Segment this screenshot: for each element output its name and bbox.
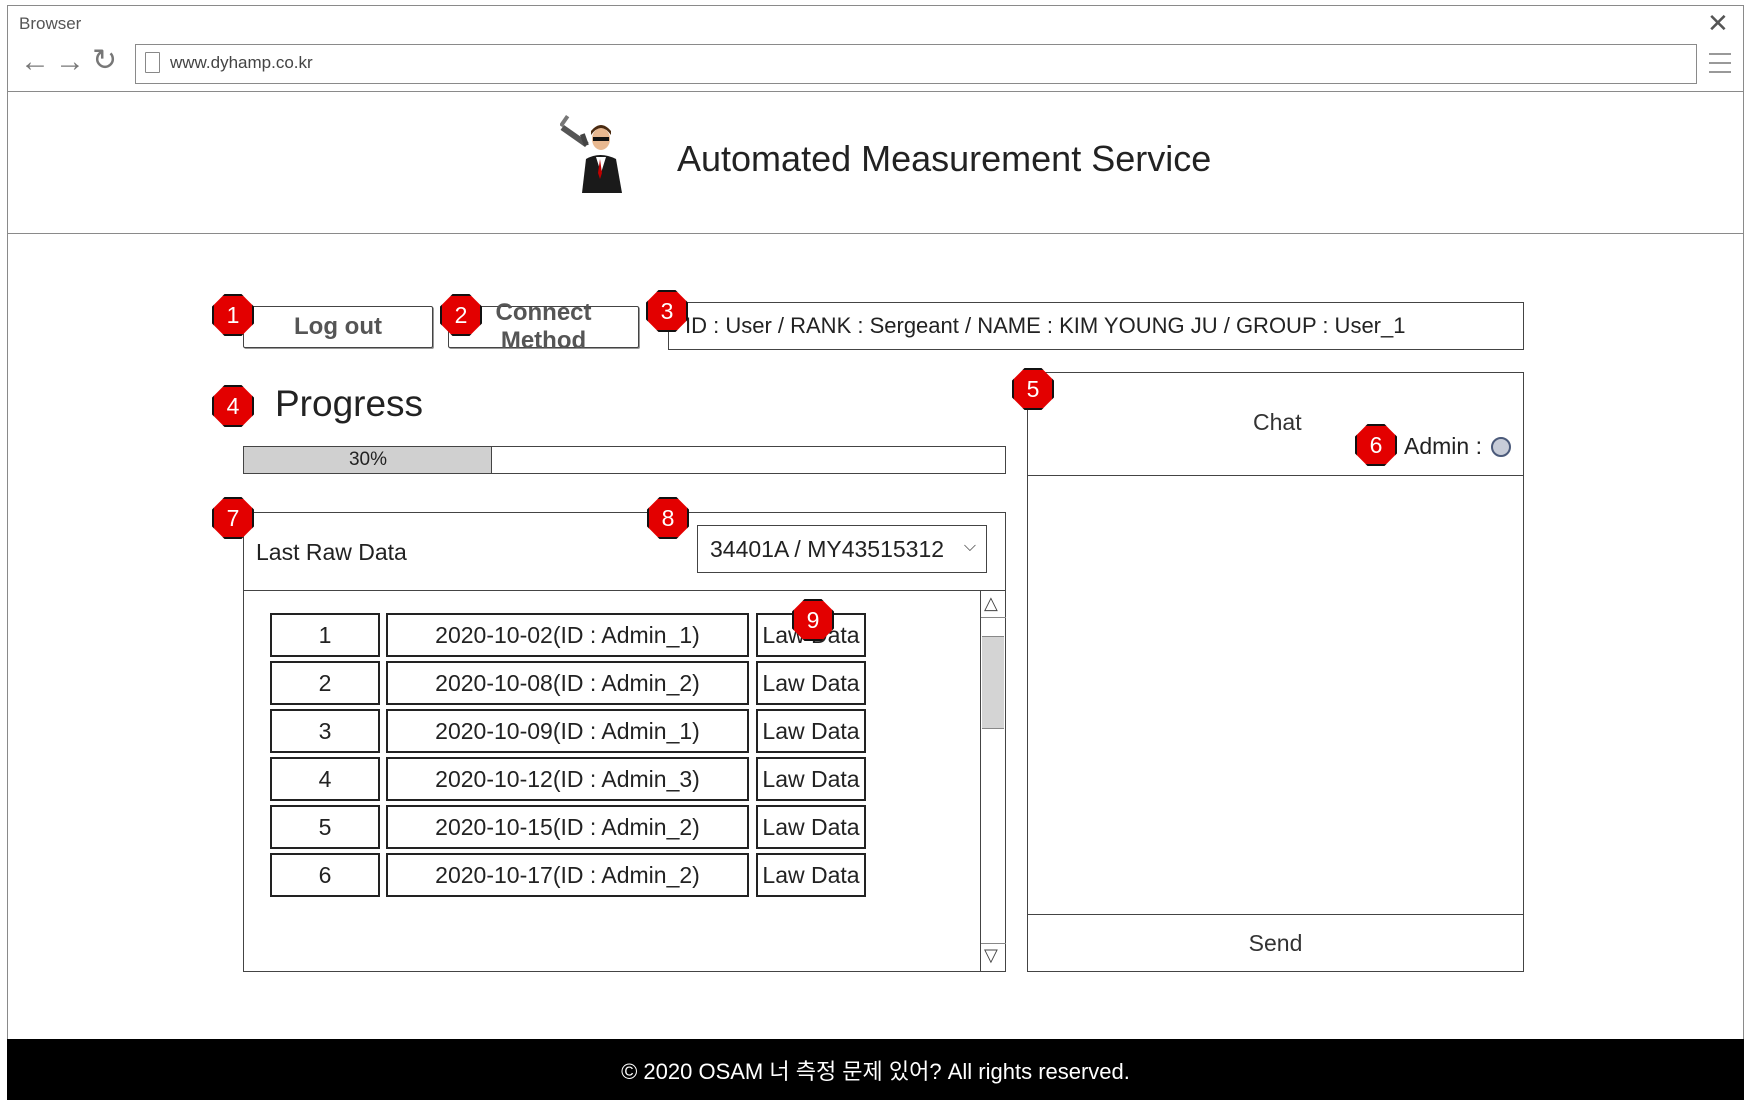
table-row: 4 2020-10-12(ID : Admin_3) Law Data	[244, 757, 974, 801]
row-number-cell: 3	[270, 709, 380, 753]
table-row: 6 2020-10-17(ID : Admin_2) Law Data	[244, 853, 974, 897]
scroll-down-icon[interactable]: ▽	[984, 945, 998, 966]
scroll-track-top	[981, 617, 1006, 618]
hamburger-menu-icon[interactable]	[1709, 53, 1731, 80]
row-number-cell: 6	[270, 853, 380, 897]
user-info-field: ID : User / RANK : Sergeant / NAME : KIM…	[668, 302, 1524, 350]
app-title: Automated Measurement Service	[677, 138, 1212, 179]
table-row: 2 2020-10-08(ID : Admin_2) Law Data	[244, 661, 974, 705]
law-data-button[interactable]: Law Data	[756, 805, 866, 849]
row-number-cell: 1	[270, 613, 380, 657]
raw-data-list: 1 2020-10-02(ID : Admin_1) Law Data 2 2020-1…	[244, 513, 1005, 971]
logout-button[interactable]: Log out	[243, 306, 433, 348]
logo-icon	[559, 113, 640, 193]
close-icon[interactable]: ✕	[1707, 10, 1729, 36]
row-entry-cell: 2020-10-12(ID : Admin_3)	[386, 757, 749, 801]
row-entry-cell: 2020-10-15(ID : Admin_2)	[386, 805, 749, 849]
law-data-button[interactable]: Law Data	[756, 853, 866, 897]
chat-panel: Chat Admin : Send	[1027, 372, 1524, 972]
header-divider	[7, 233, 1744, 234]
row-number-cell: 2	[270, 661, 380, 705]
send-button[interactable]: Send	[1028, 915, 1523, 972]
admin-status-label: Admin :	[1404, 433, 1482, 459]
progress-title: Progress	[275, 383, 424, 424]
row-number-cell: 5	[270, 805, 380, 849]
annotation-marker: 6	[1355, 424, 1397, 466]
table-row: 1 2020-10-02(ID : Admin_1) Law Data	[244, 613, 974, 657]
row-entry-cell: 2020-10-17(ID : Admin_2)	[386, 853, 749, 897]
law-data-button[interactable]: Law Data	[756, 709, 866, 753]
table-row: 5 2020-10-15(ID : Admin_2) Law Data	[244, 805, 974, 849]
admin-status-indicator	[1491, 437, 1511, 457]
url-text: www.dyhamp.co.kr	[170, 53, 313, 72]
scroll-track-bottom	[981, 943, 1006, 944]
refresh-icon[interactable]: ↻	[92, 46, 117, 76]
footer: © 2020 OSAM 너 측정 문제 있어? All rights reser…	[7, 1039, 1744, 1100]
progress-bar: 30%	[243, 446, 1006, 474]
table-row: 3 2020-10-09(ID : Admin_1) Law Data	[244, 709, 974, 753]
row-entry-cell: 2020-10-09(ID : Admin_1)	[386, 709, 749, 753]
row-number-cell: 4	[270, 757, 380, 801]
law-data-button[interactable]: Law Data	[756, 757, 866, 801]
progress-label: 30%	[348, 449, 388, 470]
chat-message-area[interactable]	[1028, 476, 1523, 886]
forward-arrow-icon[interactable]: →	[55, 47, 85, 77]
page-icon	[145, 52, 160, 73]
row-entry-cell: 2020-10-08(ID : Admin_2)	[386, 661, 749, 705]
browser-title: Browser	[19, 14, 82, 33]
scroll-up-icon[interactable]: △	[984, 593, 998, 614]
raw-data-panel: Last Raw Data 34401A / MY43515312 ⌵ 1 202…	[243, 512, 1006, 972]
row-entry-cell: 2020-10-02(ID : Admin_1)	[386, 613, 749, 657]
scrollbar[interactable]: △ ▽	[980, 591, 1006, 971]
scroll-thumb[interactable]	[982, 636, 1004, 729]
address-bar[interactable]: www.dyhamp.co.kr	[135, 44, 1697, 84]
law-data-button[interactable]: Law Data	[756, 661, 866, 705]
chrome-divider	[7, 91, 1744, 92]
chat-title: Chat	[1253, 409, 1302, 435]
back-arrow-icon[interactable]: ←	[20, 47, 50, 77]
